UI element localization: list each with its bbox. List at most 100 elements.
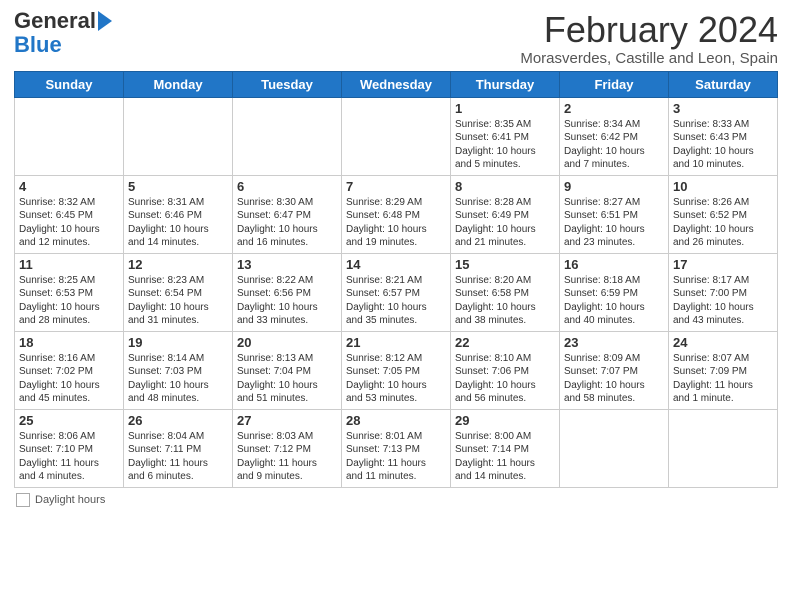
calendar-cell: 22 Sunrise: 8:10 AMSunset: 7:06 PMDayligh…	[451, 331, 560, 409]
day-info: Sunrise: 8:22 AMSunset: 6:56 PMDaylight:…	[237, 274, 337, 328]
calendar-cell: 17 Sunrise: 8:17 AMSunset: 7:00 PMDayligh…	[669, 253, 778, 331]
calendar-week-2: 4Sunrise: 8:32 AMSunset: 6:45 PMDaylight…	[15, 175, 778, 253]
day-number: 5	[128, 179, 228, 194]
calendar-cell: 25Sunrise: 8:06 AMSunset: 7:10 PMDayligh…	[15, 409, 124, 487]
calendar-cell: 28Sunrise: 8:01 AMSunset: 7:13 PMDayligh…	[342, 409, 451, 487]
day-info: Sunrise: 8:25 AMSunset: 6:53 PMDaylight:…	[19, 274, 119, 328]
calendar-cell	[15, 97, 124, 175]
sub-title: Morasverdes, Castille and Leon, Spain	[520, 50, 778, 67]
day-number: 4	[19, 179, 119, 194]
day-number: 18	[19, 335, 119, 350]
day-number: 6	[237, 179, 337, 194]
day-info: Sunrise: 8:21 AMSunset: 6:57 PMDaylight:…	[346, 274, 446, 328]
daylight-legend-label: Daylight hours	[35, 494, 105, 506]
calendar-cell: 29 Sunrise: 8:00 AMSunset: 7:14 PMDayligh…	[451, 409, 560, 487]
day-info: Sunrise: 8:29 AMSunset: 6:48 PMDaylight:…	[346, 196, 446, 250]
page-container: General Blue February 2024 Morasverdes, …	[0, 0, 792, 513]
calendar-cell	[342, 97, 451, 175]
day-number: 26	[128, 413, 228, 428]
day-number: 16	[564, 257, 664, 272]
day-number: 21	[346, 335, 446, 350]
calendar-header-wednesday: Wednesday	[342, 71, 451, 97]
calendar-week-1: 1 Sunrise: 8:35 AMSunset: 6:41 PMDaylight…	[15, 97, 778, 175]
day-info: Sunrise: 8:28 AMSunset: 6:49 PMDaylight:…	[455, 196, 555, 250]
day-number: 1	[455, 101, 555, 116]
day-number: 15	[455, 257, 555, 272]
daylight-legend-box	[16, 493, 30, 507]
day-info: Sunrise: 8:34 AMSunset: 6:42 PMDaylight:…	[564, 118, 664, 172]
day-info: Sunrise: 8:18 AMSunset: 6:59 PMDaylight:…	[564, 274, 664, 328]
calendar-cell: 21Sunrise: 8:12 AMSunset: 7:05 PMDayligh…	[342, 331, 451, 409]
calendar-cell	[233, 97, 342, 175]
calendar-cell: 9Sunrise: 8:27 AMSunset: 6:51 PMDaylight…	[560, 175, 669, 253]
day-info: Sunrise: 8:31 AMSunset: 6:46 PMDaylight:…	[128, 196, 228, 250]
calendar-cell: 16 Sunrise: 8:18 AMSunset: 6:59 PMDayligh…	[560, 253, 669, 331]
logo: General Blue	[14, 10, 112, 58]
day-info: Sunrise: 8:07 AMSunset: 7:09 PMDaylight:…	[673, 352, 773, 406]
day-info: Sunrise: 8:00 AMSunset: 7:14 PMDaylight:…	[455, 430, 555, 484]
calendar-cell: 27 Sunrise: 8:03 AMSunset: 7:12 PMDayligh…	[233, 409, 342, 487]
calendar-cell: 14 Sunrise: 8:21 AMSunset: 6:57 PMDayligh…	[342, 253, 451, 331]
day-number: 8	[455, 179, 555, 194]
day-info: Sunrise: 8:03 AMSunset: 7:12 PMDaylight:…	[237, 430, 337, 484]
calendar-cell: 7 Sunrise: 8:29 AMSunset: 6:48 PMDaylight…	[342, 175, 451, 253]
calendar-cell: 12Sunrise: 8:23 AMSunset: 6:54 PMDayligh…	[124, 253, 233, 331]
logo-arrow-icon	[98, 11, 112, 31]
header: General Blue February 2024 Morasverdes, …	[14, 10, 778, 67]
calendar-cell	[669, 409, 778, 487]
day-info: Sunrise: 8:20 AMSunset: 6:58 PMDaylight:…	[455, 274, 555, 328]
day-info: Sunrise: 8:33 AMSunset: 6:43 PMDaylight:…	[673, 118, 773, 172]
calendar-cell: 2 Sunrise: 8:34 AMSunset: 6:42 PMDaylight…	[560, 97, 669, 175]
calendar-cell: 18 Sunrise: 8:16 AMSunset: 7:02 PMDayligh…	[15, 331, 124, 409]
day-info: Sunrise: 8:06 AMSunset: 7:10 PMDaylight:…	[19, 430, 119, 484]
calendar-cell: 24 Sunrise: 8:07 AMSunset: 7:09 PMDayligh…	[669, 331, 778, 409]
calendar-cell: 11Sunrise: 8:25 AMSunset: 6:53 PMDayligh…	[15, 253, 124, 331]
day-number: 3	[673, 101, 773, 116]
calendar-cell: 26 Sunrise: 8:04 AMSunset: 7:11 PMDayligh…	[124, 409, 233, 487]
calendar-cell: 19 Sunrise: 8:14 AMSunset: 7:03 PMDayligh…	[124, 331, 233, 409]
calendar-header-saturday: Saturday	[669, 71, 778, 97]
day-info: Sunrise: 8:04 AMSunset: 7:11 PMDaylight:…	[128, 430, 228, 484]
logo-blue: Blue	[14, 32, 62, 58]
calendar-cell: 13Sunrise: 8:22 AMSunset: 6:56 PMDayligh…	[233, 253, 342, 331]
calendar-cell: 5 Sunrise: 8:31 AMSunset: 6:46 PMDaylight…	[124, 175, 233, 253]
logo-general: General	[14, 10, 96, 32]
calendar-week-4: 18 Sunrise: 8:16 AMSunset: 7:02 PMDayligh…	[15, 331, 778, 409]
day-info: Sunrise: 8:35 AMSunset: 6:41 PMDaylight:…	[455, 118, 555, 172]
calendar-header-monday: Monday	[124, 71, 233, 97]
day-number: 23	[564, 335, 664, 350]
day-number: 2	[564, 101, 664, 116]
calendar-cell: 10 Sunrise: 8:26 AMSunset: 6:52 PMDayligh…	[669, 175, 778, 253]
title-block: February 2024 Morasverdes, Castille and …	[520, 10, 778, 67]
day-number: 29	[455, 413, 555, 428]
day-number: 14	[346, 257, 446, 272]
calendar-cell: 3 Sunrise: 8:33 AMSunset: 6:43 PMDaylight…	[669, 97, 778, 175]
calendar-cell	[560, 409, 669, 487]
calendar-cell: 20Sunrise: 8:13 AMSunset: 7:04 PMDayligh…	[233, 331, 342, 409]
day-number: 19	[128, 335, 228, 350]
calendar-header-row: SundayMondayTuesdayWednesdayThursdayFrid…	[15, 71, 778, 97]
calendar-week-5: 25Sunrise: 8:06 AMSunset: 7:10 PMDayligh…	[15, 409, 778, 487]
main-title: February 2024	[520, 10, 778, 50]
day-info: Sunrise: 8:26 AMSunset: 6:52 PMDaylight:…	[673, 196, 773, 250]
calendar-header-friday: Friday	[560, 71, 669, 97]
day-number: 27	[237, 413, 337, 428]
day-number: 12	[128, 257, 228, 272]
calendar-cell: 6Sunrise: 8:30 AMSunset: 6:47 PMDaylight…	[233, 175, 342, 253]
day-number: 20	[237, 335, 337, 350]
day-number: 7	[346, 179, 446, 194]
calendar-cell: 15 Sunrise: 8:20 AMSunset: 6:58 PMDayligh…	[451, 253, 560, 331]
calendar-header-tuesday: Tuesday	[233, 71, 342, 97]
day-info: Sunrise: 8:14 AMSunset: 7:03 PMDaylight:…	[128, 352, 228, 406]
day-number: 17	[673, 257, 773, 272]
calendar-cell: 4Sunrise: 8:32 AMSunset: 6:45 PMDaylight…	[15, 175, 124, 253]
day-number: 10	[673, 179, 773, 194]
day-info: Sunrise: 8:01 AMSunset: 7:13 PMDaylight:…	[346, 430, 446, 484]
day-info: Sunrise: 8:10 AMSunset: 7:06 PMDaylight:…	[455, 352, 555, 406]
day-number: 22	[455, 335, 555, 350]
day-info: Sunrise: 8:16 AMSunset: 7:02 PMDaylight:…	[19, 352, 119, 406]
day-info: Sunrise: 8:17 AMSunset: 7:00 PMDaylight:…	[673, 274, 773, 328]
day-info: Sunrise: 8:09 AMSunset: 7:07 PMDaylight:…	[564, 352, 664, 406]
calendar-cell: 23 Sunrise: 8:09 AMSunset: 7:07 PMDayligh…	[560, 331, 669, 409]
day-number: 24	[673, 335, 773, 350]
